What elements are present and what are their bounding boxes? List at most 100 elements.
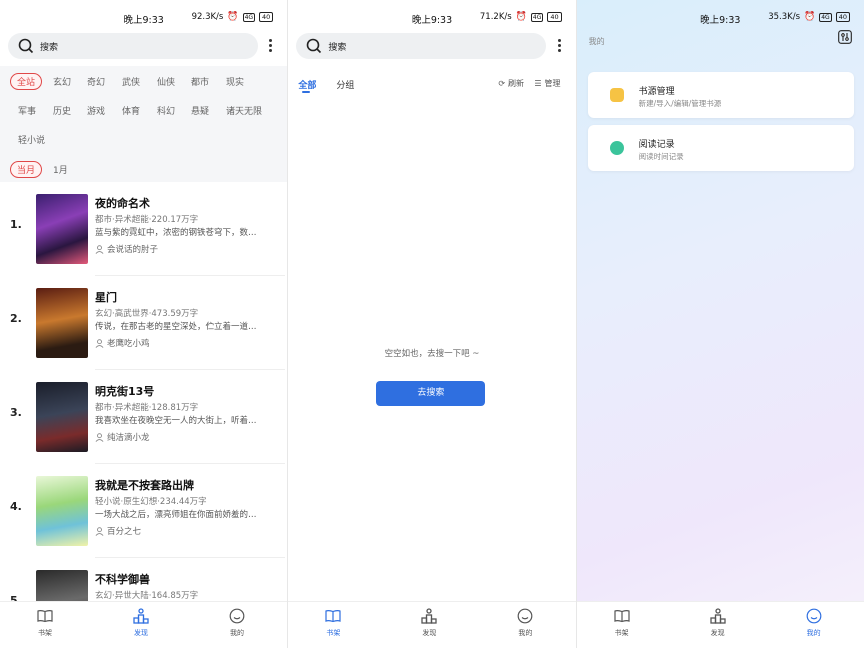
category-tag[interactable]: 武侠 bbox=[122, 75, 140, 88]
network-speed: 35.3K/s bbox=[768, 12, 801, 22]
category-tag[interactable]: 轻小说 bbox=[18, 133, 45, 146]
book-list: 1. 夜的命名术 都市·异术超能·220.17万字 蓝与紫的霓虹中，浓密的钢铁苍… bbox=[0, 182, 288, 602]
user-icon bbox=[95, 338, 104, 348]
period-tag[interactable]: 当月 bbox=[10, 161, 43, 178]
card-title: 阅读记录 bbox=[638, 140, 675, 150]
category-tag[interactable]: 游戏 bbox=[87, 104, 105, 117]
go-search-button[interactable]: 去搜索 bbox=[376, 381, 486, 406]
source-manage-card[interactable]: 书源管理 新建/导入/编辑/管理书源 bbox=[587, 72, 854, 118]
book-rank: 2. bbox=[10, 312, 22, 325]
alarm-icon: ⏰ bbox=[227, 12, 239, 22]
book-desc: 蓝与紫的霓虹中，浓密的钢铁苍穹下，数… bbox=[95, 228, 257, 238]
book-cover bbox=[36, 570, 88, 602]
book-author: 纯洁滴小龙 bbox=[95, 431, 150, 443]
signal-icon: 4G bbox=[819, 12, 832, 22]
nav-mine[interactable]: 我的 bbox=[505, 608, 545, 638]
refresh-button[interactable]: ⟳ 刷新 bbox=[498, 78, 524, 89]
book-meta: 都市·异术超能·220.17万字 bbox=[95, 215, 199, 225]
book-cover bbox=[36, 288, 88, 358]
podium-icon bbox=[133, 608, 149, 624]
tab-indicator bbox=[302, 91, 311, 93]
manage-button[interactable]: ☰ 管理 bbox=[534, 78, 560, 89]
book-cover bbox=[36, 194, 88, 264]
category-tag[interactable]: 军事 bbox=[18, 104, 36, 117]
search-input[interactable]: 搜索 bbox=[8, 33, 258, 59]
category-tag[interactable]: 历史 bbox=[53, 104, 71, 117]
folder-icon bbox=[609, 88, 624, 102]
network-speed: 92.3K/s bbox=[191, 12, 224, 22]
category-tag[interactable]: 现实 bbox=[226, 75, 244, 88]
nav-discover[interactable]: 发现 bbox=[121, 608, 161, 638]
search-label: 搜索 bbox=[40, 43, 59, 53]
category-tag[interactable]: 仙侠 bbox=[157, 75, 175, 88]
nav-discover[interactable]: 发现 bbox=[698, 608, 738, 638]
reading-history-card[interactable]: 阅读记录 阅读时间记录 bbox=[587, 125, 854, 171]
signal-icon: 4G bbox=[530, 12, 544, 22]
nav-bookshelf[interactable]: 书架 bbox=[25, 608, 65, 638]
bookshelf-panel: 晚上9:33 71.2K/s ⏰ 4G 40 搜索 全部 分组 ⟳ 刷新 ☰ 管理 … bbox=[287, 0, 576, 648]
nav-mine[interactable]: 我的 bbox=[794, 608, 834, 638]
author-name: 百分之七 bbox=[107, 527, 142, 537]
book-rank: 4. bbox=[10, 500, 22, 513]
status-bar: 晚上9:33 71.2K/s ⏰ 4G 40 bbox=[288, 0, 575, 34]
nav-bookshelf[interactable]: 书架 bbox=[313, 608, 353, 638]
card-title: 书源管理 bbox=[638, 87, 675, 97]
book-icon bbox=[325, 610, 341, 623]
nav-label: 书架 bbox=[326, 629, 341, 637]
book-title: 星门 bbox=[95, 291, 117, 304]
nav-bookshelf[interactable]: 书架 bbox=[602, 608, 642, 638]
bottom-nav: 书架 发现 我的 bbox=[576, 601, 864, 648]
tab-group[interactable]: 分组 bbox=[336, 78, 354, 91]
status-bar: 晚上9:33 35.3K/s ⏰ 4G 40 bbox=[577, 0, 864, 34]
search-input[interactable]: 搜索 bbox=[296, 33, 547, 59]
book-desc: 传说，在那古老的星空深处，伫立着一道… bbox=[95, 322, 257, 332]
status-bar: 晚上9:33 92.3K/s ⏰ 4G 40 bbox=[0, 0, 287, 34]
category-tag[interactable]: 奇幻 bbox=[87, 75, 105, 88]
category-tag[interactable]: 悬疑 bbox=[191, 104, 209, 117]
book-rank: 3. bbox=[10, 406, 22, 419]
list-item[interactable]: 3. 明克街13号 都市·异术超能·128.81万字 我喜欢坐在夜晚空无一人的大… bbox=[0, 370, 287, 464]
nav-label: 我的 bbox=[806, 629, 821, 637]
nav-label: 书架 bbox=[38, 629, 52, 637]
nav-mine[interactable]: 我的 bbox=[217, 608, 257, 638]
category-tag[interactable]: 体育 bbox=[122, 104, 140, 117]
nav-label: 我的 bbox=[518, 629, 533, 637]
book-icon bbox=[614, 610, 630, 623]
theme-toggle-icon[interactable] bbox=[838, 30, 852, 44]
bottom-nav: 书架 发现 我的 bbox=[0, 601, 288, 648]
period-tag[interactable]: 1月 bbox=[53, 163, 68, 176]
more-menu-icon[interactable] bbox=[265, 37, 275, 55]
category-tag[interactable]: 科幻 bbox=[157, 104, 175, 117]
book-icon bbox=[37, 610, 53, 623]
network-speed: 71.2K/s bbox=[479, 12, 512, 22]
list-item[interactable]: 5. 不科学御兽 玄幻·异世大陆·164.85万字 bbox=[0, 558, 287, 602]
book-author: 老鹰吃小鸡 bbox=[95, 337, 150, 349]
category-tag[interactable]: 全站 bbox=[10, 73, 43, 90]
nav-label: 我的 bbox=[230, 629, 244, 637]
more-menu-icon[interactable] bbox=[554, 37, 564, 55]
book-rank: 1. bbox=[10, 218, 22, 231]
list-item[interactable]: 1. 夜的命名术 都市·异术超能·220.17万字 蓝与紫的霓虹中，浓密的钢铁苍… bbox=[0, 182, 287, 276]
podium-icon bbox=[710, 608, 726, 624]
book-title: 夜的命名术 bbox=[95, 197, 150, 210]
category-tag[interactable]: 诸天无限 bbox=[226, 104, 262, 117]
battery-icon: 40 bbox=[259, 12, 274, 22]
book-cover bbox=[36, 382, 88, 452]
book-author: 会说话的肘子 bbox=[95, 243, 158, 255]
nav-discover[interactable]: 发现 bbox=[409, 608, 449, 638]
user-icon bbox=[95, 244, 104, 254]
discover-panel: 晚上9:33 92.3K/s ⏰ 4G 40 搜索 全站 玄幻 奇幻 武侠 仙侠… bbox=[0, 0, 288, 648]
search-label: 搜索 bbox=[328, 43, 347, 53]
podium-icon bbox=[421, 608, 437, 624]
category-tag[interactable]: 都市 bbox=[191, 75, 209, 88]
smile-icon bbox=[806, 608, 822, 624]
book-title: 不科学御兽 bbox=[95, 573, 150, 586]
book-meta: 轻小说·原生幻想·234.44万字 bbox=[95, 497, 207, 507]
list-item[interactable]: 2. 星门 玄幻·高武世界·473.59万字 传说，在那古老的星空深处，伫立着一… bbox=[0, 276, 287, 370]
user-icon bbox=[95, 526, 104, 536]
category-tag[interactable]: 玄幻 bbox=[53, 75, 71, 88]
tab-all[interactable]: 全部 bbox=[298, 78, 316, 91]
list-item[interactable]: 4. 我就是不按套路出牌 轻小说·原生幻想·234.44万字 一场大战之后，漂亮… bbox=[0, 464, 287, 558]
author-name: 会说话的肘子 bbox=[107, 245, 159, 255]
search-icon bbox=[307, 38, 322, 54]
